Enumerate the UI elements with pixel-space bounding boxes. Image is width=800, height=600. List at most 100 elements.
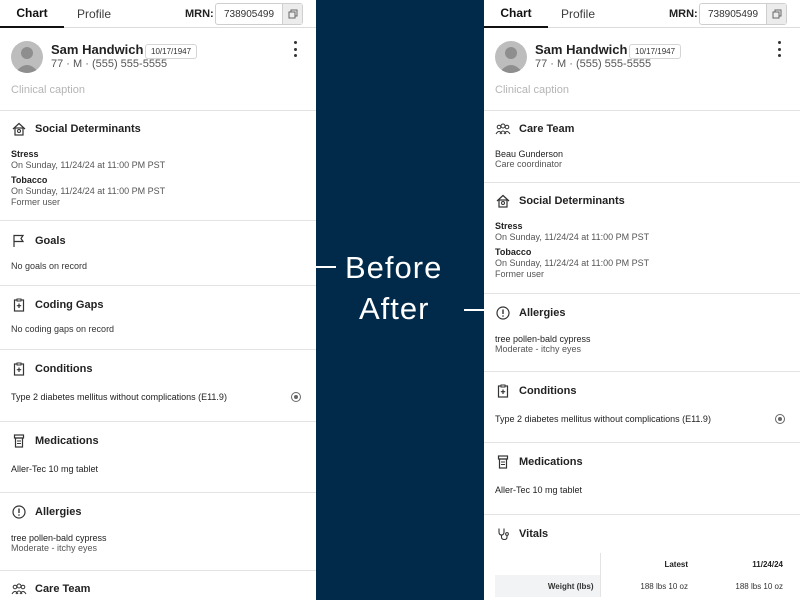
item-sub: Former user [495, 269, 545, 279]
pill-bottle-icon [495, 454, 511, 470]
section-conditions[interactable]: Conditions Type 2 diabetes mellitus with… [484, 372, 800, 443]
section-title: Goals [35, 235, 66, 247]
section-title: Allergies [519, 307, 566, 319]
tab-profile[interactable]: Profile [64, 0, 124, 28]
copy-icon[interactable] [766, 4, 786, 24]
patient-name: Sam Handwich [51, 42, 144, 57]
avatar [11, 41, 43, 73]
section-medications[interactable]: Medications Aller-Tec 10 mg tablet [0, 422, 316, 493]
home-icon [11, 121, 27, 137]
more-options-icon[interactable] [290, 41, 300, 57]
item-sub: Former user [11, 197, 61, 207]
allergy-sub: Moderate - itchy eyes [11, 543, 98, 553]
mrn-field[interactable]: 738905499 [699, 3, 787, 25]
alert-icon [11, 504, 27, 520]
copy-icon[interactable] [282, 4, 302, 24]
table-row: Weight (lbs) 188 lbs 10 oz 188 lbs 10 oz [495, 575, 789, 597]
section-vitals[interactable]: Vitals Latest 11/24/24 Weight (lbs) 188 … [484, 515, 800, 600]
alert-icon [495, 305, 511, 321]
patient-header: Sam Handwich 10/17/1947 77 · M · (555) 5… [0, 28, 316, 111]
before-label: Before [345, 250, 443, 285]
mrn-label: MRN: [669, 8, 698, 20]
section-title: Conditions [519, 385, 577, 397]
vitals-table: Latest 11/24/24 Weight (lbs) 188 lbs 10 … [495, 553, 789, 597]
section-title: Coding Gaps [35, 299, 104, 311]
section-care-team[interactable]: Care Team Beau Gunderson Care coordinato… [484, 111, 800, 183]
top-bar: Chart Profile MRN: 738905499 [0, 0, 316, 28]
allergy-item: tree pollen-bald cypress [11, 533, 107, 543]
target-icon[interactable] [775, 414, 785, 424]
care-team-role: Care coordinator [495, 159, 563, 169]
mrn-value: 738905499 [708, 8, 759, 20]
section-goals[interactable]: Goals No goals on record [0, 221, 316, 286]
section-allergies[interactable]: Allergies tree pollen-bald cypress Moder… [0, 493, 316, 571]
flag-icon [11, 233, 27, 249]
allergy-sub: Moderate - itchy eyes [495, 344, 582, 354]
before-panel: Chart Profile MRN: 738905499 Sam Handwic… [0, 0, 316, 600]
clipboard-plus-icon [495, 383, 511, 399]
item-title: Stress [11, 149, 39, 159]
people-icon [495, 121, 511, 137]
item-sub: On Sunday, 11/24/24 at 11:00 PM PST [495, 258, 650, 268]
section-title: Allergies [35, 506, 82, 518]
section-title: Social Determinants [519, 195, 625, 207]
target-icon[interactable] [291, 392, 301, 402]
item-sub: On Sunday, 11/24/24 at 11:00 PM PST [495, 232, 650, 242]
patient-demographics: 77 · M · (555) 555-5555 [535, 58, 652, 70]
row-label: Weight (lbs) [495, 575, 600, 597]
column-header: 11/24/24 [752, 559, 783, 569]
before-pointer-line [316, 266, 336, 268]
section-title: Care Team [35, 583, 91, 595]
item-sub: On Sunday, 11/24/24 at 11:00 PM PST [11, 160, 166, 170]
vitals-corner [495, 553, 600, 575]
condition-item: Type 2 diabetes mellitus without complic… [495, 414, 711, 424]
section-care-team[interactable]: Care Team [0, 571, 316, 600]
clinical-caption[interactable]: Clinical caption [495, 84, 569, 96]
patient-name: Sam Handwich [535, 42, 628, 57]
allergy-item: tree pollen-bald cypress [495, 334, 591, 344]
tab-chart[interactable]: Chart [0, 0, 64, 28]
clinical-caption[interactable]: Clinical caption [11, 84, 85, 96]
table-cell: 188 lbs 10 oz [599, 575, 694, 597]
tab-chart[interactable]: Chart [484, 0, 548, 28]
empty-state: No goals on record [11, 261, 88, 271]
section-allergies[interactable]: Allergies tree pollen-bald cypress Moder… [484, 294, 800, 372]
section-title: Social Determinants [35, 123, 141, 135]
more-options-icon[interactable] [774, 41, 784, 57]
dob-badge: 10/17/1947 [629, 44, 682, 59]
mrn-field[interactable]: 738905499 [215, 3, 303, 25]
people-icon [11, 581, 27, 597]
clipboard-plus-icon [11, 297, 27, 313]
patient-demographics: 77 · M · (555) 555-5555 [51, 58, 168, 70]
after-pointer-line [464, 309, 484, 311]
section-social-determinants[interactable]: Social Determinants Stress On Sunday, 11… [0, 111, 316, 221]
section-title: Care Team [519, 123, 575, 135]
stethoscope-icon [495, 526, 511, 542]
top-bar: Chart Profile MRN: 738905499 [484, 0, 800, 28]
table-cell: 188 lbs 10 oz [735, 581, 783, 591]
medication-item: Aller-Tec 10 mg tablet [11, 464, 99, 474]
clipboard-plus-icon [11, 361, 27, 377]
item-title: Tobacco [495, 247, 532, 257]
section-title: Medications [519, 456, 583, 468]
avatar [495, 41, 527, 73]
medication-item: Aller-Tec 10 mg tablet [495, 485, 583, 495]
empty-state: No coding gaps on record [11, 324, 115, 334]
section-title: Conditions [35, 363, 93, 375]
tab-profile[interactable]: Profile [548, 0, 608, 28]
section-title: Medications [35, 435, 99, 447]
section-conditions[interactable]: Conditions Type 2 diabetes mellitus with… [0, 350, 316, 422]
condition-item: Type 2 diabetes mellitus without complic… [11, 392, 227, 402]
care-team-member: Beau Gunderson [495, 149, 564, 159]
section-coding-gaps[interactable]: Coding Gaps No coding gaps on record [0, 286, 316, 350]
dob-badge: 10/17/1947 [145, 44, 198, 59]
home-icon [495, 193, 511, 209]
patient-header: Sam Handwich 10/17/1947 77 · M · (555) 5… [484, 28, 800, 111]
mrn-label: MRN: [185, 8, 214, 20]
section-social-determinants[interactable]: Social Determinants Stress On Sunday, 11… [484, 183, 800, 294]
item-title: Stress [495, 221, 523, 231]
section-medications[interactable]: Medications Aller-Tec 10 mg tablet [484, 443, 800, 515]
item-sub: On Sunday, 11/24/24 at 11:00 PM PST [11, 186, 166, 196]
mrn-value: 738905499 [224, 8, 275, 20]
pill-bottle-icon [11, 433, 27, 449]
